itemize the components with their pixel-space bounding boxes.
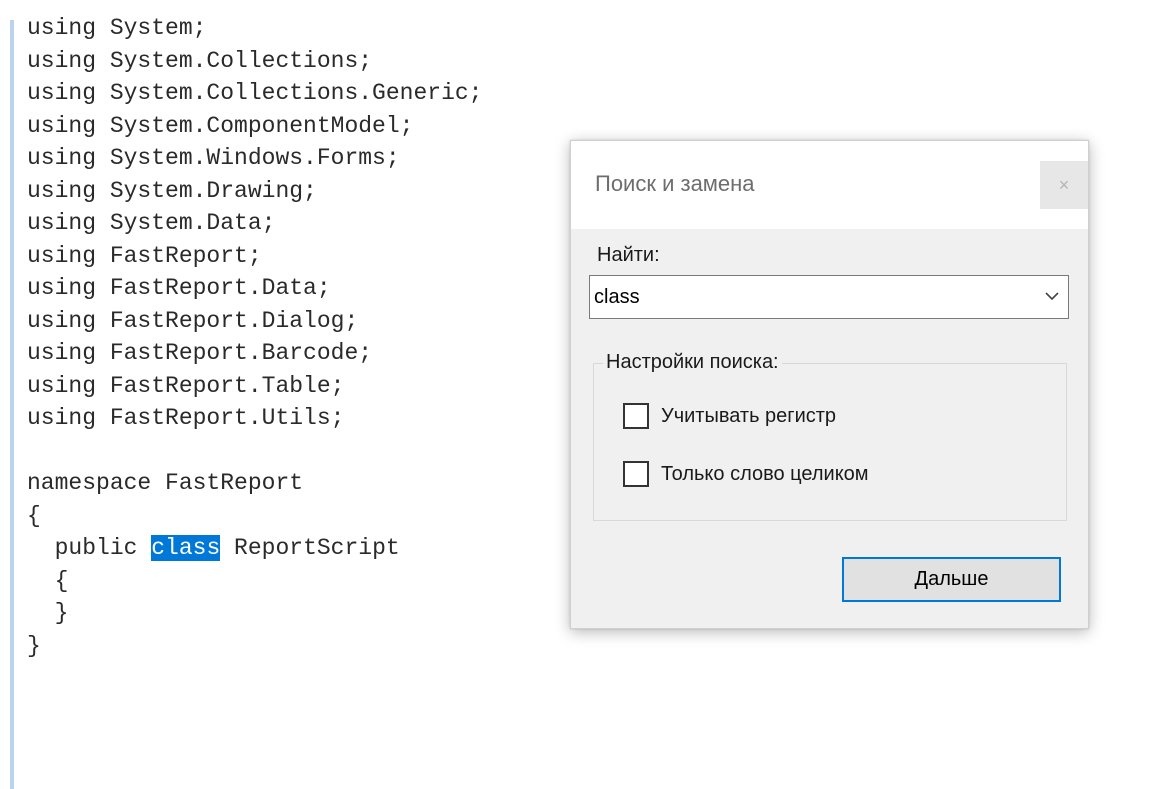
code-text: ReportScript [220, 535, 400, 561]
code-line[interactable]: using FastReport.Table; [27, 370, 482, 403]
find-next-button[interactable]: Дальше [842, 557, 1061, 602]
code-line[interactable] [27, 435, 482, 468]
code-line[interactable]: using System.ComponentModel; [27, 110, 482, 143]
code-line[interactable]: using System.Windows.Forms; [27, 142, 482, 175]
code-line[interactable]: using FastReport.Barcode; [27, 337, 482, 370]
find-input[interactable]: class [594, 286, 640, 309]
code-line[interactable]: using System.Drawing; [27, 175, 482, 208]
match-case-checkbox[interactable] [623, 403, 649, 429]
code-line[interactable]: } [27, 630, 482, 663]
code-line[interactable]: using FastReport.Data; [27, 272, 482, 305]
code-line[interactable]: public class ReportScript [27, 532, 482, 565]
search-options-group [593, 363, 1067, 521]
code-line[interactable]: { [27, 500, 482, 533]
code-line[interactable]: { [27, 565, 482, 598]
code-line[interactable]: using System; [27, 12, 482, 45]
close-button[interactable]: × [1040, 161, 1088, 209]
code-line[interactable]: using System.Collections; [27, 45, 482, 78]
chevron-down-icon[interactable] [1044, 288, 1060, 304]
code-line[interactable]: namespace FastReport [27, 467, 482, 500]
whole-word-checkbox[interactable] [623, 461, 649, 487]
find-replace-dialog: Поиск и замена × Найти: class Настройки … [570, 140, 1089, 629]
find-label: Найти: [597, 244, 660, 266]
whole-word-label[interactable]: Только слово целиком [661, 463, 869, 486]
code-text: public [27, 535, 152, 561]
code-line[interactable]: using FastReport.Utils; [27, 402, 482, 435]
search-match-highlight[interactable]: class [151, 535, 221, 561]
code-line[interactable]: using System.Data; [27, 207, 482, 240]
editor-gutter [10, 20, 14, 789]
code-line[interactable]: using System.Collections.Generic; [27, 77, 482, 110]
code-line[interactable]: using FastReport.Dialog; [27, 305, 482, 338]
code-area[interactable]: using System; using System.Collections; us… [27, 12, 482, 662]
code-line[interactable]: using FastReport; [27, 240, 482, 273]
dialog-title: Поиск и замена [595, 171, 755, 196]
close-icon: × [1058, 175, 1070, 195]
dialog-title-bar[interactable]: Поиск и замена × [571, 141, 1088, 229]
find-combobox[interactable]: class [589, 275, 1069, 319]
search-options-legend: Настройки поиска: [603, 351, 782, 374]
match-case-label[interactable]: Учитывать регистр [661, 405, 836, 428]
code-line[interactable]: } [27, 597, 482, 630]
